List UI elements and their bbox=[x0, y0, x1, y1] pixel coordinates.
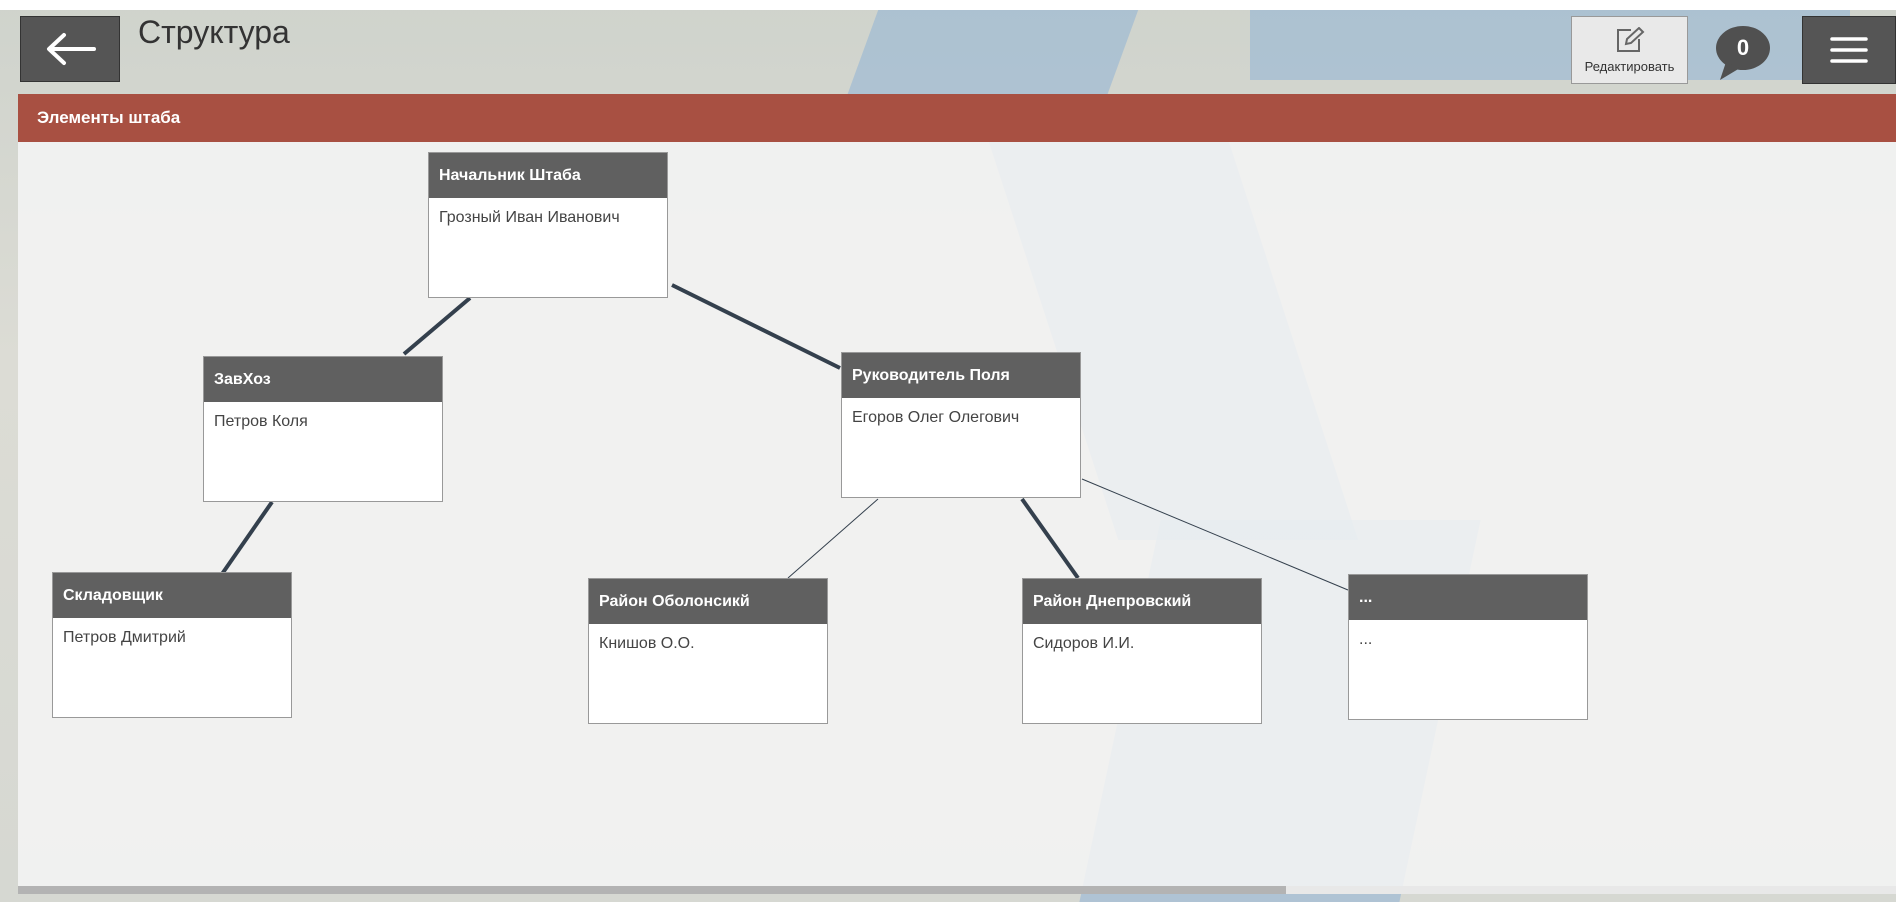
node-role: Складовщик bbox=[53, 573, 291, 618]
node-role: ... bbox=[1349, 575, 1587, 620]
page-title: Структура bbox=[138, 14, 290, 50]
node-chief-of-staff[interactable]: Начальник Штаба Грозный Иван Иванович bbox=[428, 152, 668, 298]
top-strip bbox=[0, 0, 1896, 10]
menu-button[interactable] bbox=[1802, 16, 1896, 84]
edit-icon bbox=[1616, 26, 1644, 52]
edit-button[interactable]: Редактировать bbox=[1571, 16, 1688, 84]
arrow-left-icon bbox=[47, 33, 96, 65]
node-person: Егоров Олег Олегович bbox=[852, 409, 1020, 426]
node-person: Петров Коля bbox=[214, 413, 308, 430]
node-role: Район Оболонсикй bbox=[589, 579, 827, 624]
connector-chief-supply bbox=[402, 296, 472, 356]
node-dnipro-district[interactable]: Район Днепровский Сидоров И.И. bbox=[1022, 578, 1262, 724]
node-field-head[interactable]: Руководитель Поля Егоров Олег Олегович bbox=[841, 352, 1081, 498]
node-role: Начальник Штаба bbox=[429, 153, 667, 198]
node-person: Сидоров И.И. bbox=[1033, 635, 1135, 652]
node-obolon-district[interactable]: Район Оболонсикй Книшов О.О. bbox=[588, 578, 828, 724]
edit-button-label: Редактировать bbox=[1584, 58, 1675, 74]
node-person: Книшов О.О. bbox=[599, 635, 695, 652]
node-supply-manager[interactable]: ЗавХоз Петров Коля bbox=[203, 356, 443, 502]
node-storekeeper[interactable]: Складовщик Петров Дмитрий bbox=[52, 572, 292, 718]
back-button[interactable] bbox=[20, 16, 120, 82]
node-role: Район Днепровский bbox=[1023, 579, 1261, 624]
node-person: Грозный Иван Иванович bbox=[439, 209, 620, 226]
connector-field-other bbox=[1081, 478, 1349, 591]
connector-supply-storekeeper bbox=[220, 500, 274, 576]
node-role: ЗавХоз bbox=[204, 357, 442, 402]
node-person: ... bbox=[1359, 631, 1373, 648]
connector-field-dnipro bbox=[1020, 497, 1080, 580]
scrollbar-thumb[interactable] bbox=[18, 886, 1286, 894]
chat-count-badge: 0 bbox=[1736, 35, 1750, 60]
node-placeholder[interactable]: ... ... bbox=[1348, 574, 1588, 720]
hamburger-menu-icon bbox=[1830, 37, 1868, 63]
connector-field-obolon bbox=[787, 498, 879, 579]
node-person: Петров Дмитрий bbox=[63, 629, 186, 646]
structure-panel: Элементы штаба Начальник Штаба Грозный И… bbox=[18, 94, 1896, 890]
chat-button[interactable]: 0 bbox=[1716, 24, 1776, 80]
node-role: Руководитель Поля bbox=[842, 353, 1080, 398]
connector-chief-field bbox=[671, 283, 841, 370]
horizontal-scrollbar[interactable] bbox=[18, 886, 1896, 894]
